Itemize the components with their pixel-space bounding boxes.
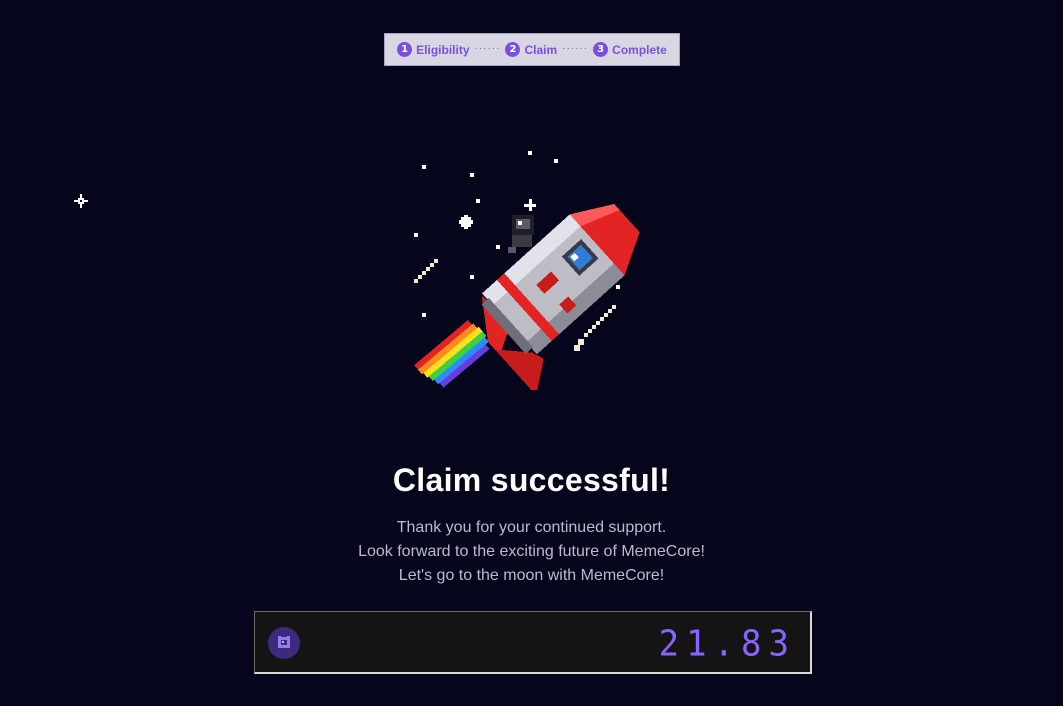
step-number: 2 [505, 42, 521, 57]
step-indicator: 1 Eligibility ······ 2 Claim ······ 3 Co… [384, 33, 680, 66]
step-number: 1 [397, 42, 413, 57]
rocket-illustration [414, 151, 640, 390]
step-label: Complete [612, 42, 667, 57]
message-line: Look forward to the exciting future of M… [358, 543, 705, 560]
step-separator: ······ [562, 43, 589, 54]
message-line: Let's go to the moon with MemeCore! [398, 567, 665, 584]
success-message: Thank you for your continued support. Lo… [0, 516, 1063, 588]
step-label: Eligibility [416, 42, 470, 57]
step-number: 3 [593, 42, 609, 57]
memecore-coin-icon [268, 627, 300, 659]
step-label: Claim [524, 42, 558, 57]
rainbow-exhaust [414, 320, 490, 388]
success-title: Claim successful! [392, 462, 671, 498]
step-separator: ······ [474, 43, 501, 54]
claimed-balance-panel: 21.83 [254, 611, 812, 674]
step-complete: 3 Complete [593, 42, 667, 57]
step-eligibility: 1 Eligibility [397, 42, 470, 57]
astronaut-figure [508, 215, 534, 253]
claimed-amount: 21.83 [658, 623, 796, 665]
message-line: Thank you for your continued support. [396, 519, 667, 536]
step-claim: 2 Claim [505, 42, 557, 57]
rocket-body [481, 204, 640, 390]
cursor-crosshair-icon [74, 194, 88, 208]
